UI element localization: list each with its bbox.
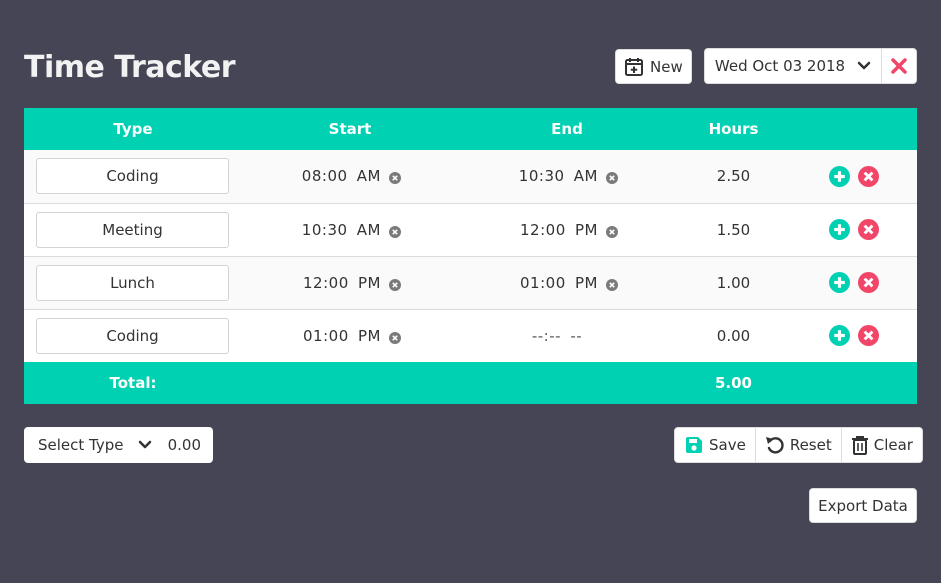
column-header-start: Start	[242, 108, 458, 150]
hours-cell: 1.50	[676, 203, 791, 257]
export-label: Export Data	[818, 496, 908, 515]
chevron-down-icon	[857, 61, 871, 70]
type-input[interactable]: Coding	[36, 317, 229, 354]
end-time-input[interactable]: 10:30 AM	[516, 167, 598, 185]
new-button[interactable]: New	[615, 49, 692, 84]
table-row: Lunch 12:00 PM 01:00 PM 1.00	[24, 256, 917, 310]
end-time-input[interactable]: 12:00 PM	[516, 221, 598, 239]
plus-circle-icon[interactable]	[829, 272, 850, 293]
action-button-group: Save Reset Clear	[674, 427, 923, 463]
date-picker: Wed Oct 03 2018	[704, 48, 917, 84]
trash-icon	[851, 436, 868, 455]
table-header-row: Type Start End Hours	[24, 108, 917, 150]
undo-icon	[765, 437, 784, 454]
times-circle-icon[interactable]	[858, 219, 879, 240]
total-label: Total:	[24, 362, 242, 404]
clear-label: Clear	[873, 436, 913, 454]
column-header-actions	[791, 108, 917, 150]
clear-start-icon[interactable]	[389, 170, 401, 185]
total-row: Total: 5.00	[24, 362, 917, 404]
reset-button[interactable]: Reset	[756, 428, 842, 462]
clear-start-icon[interactable]	[389, 277, 401, 291]
start-time-input[interactable]: 12:00 PM	[299, 274, 381, 292]
times-circle-icon[interactable]	[858, 272, 879, 293]
export-data-button[interactable]: Export Data	[809, 488, 917, 523]
clear-end-icon[interactable]	[606, 170, 618, 185]
clear-end-icon[interactable]	[606, 224, 618, 238]
start-time-input[interactable]: 01:00 PM	[299, 327, 381, 345]
date-select[interactable]: Wed Oct 03 2018	[705, 49, 882, 83]
end-time-input[interactable]: 01:00 PM	[516, 274, 598, 292]
close-icon	[891, 58, 907, 74]
clear-start-icon[interactable]	[389, 330, 401, 344]
hours-cell: 1.00	[676, 256, 791, 310]
floppy-icon	[686, 437, 702, 453]
select-type-hours: 0.00	[167, 436, 201, 454]
total-value: 5.00	[676, 362, 791, 404]
times-circle-icon[interactable]	[858, 325, 879, 347]
column-header-type: Type	[24, 108, 242, 150]
select-type-label: Select Type	[38, 436, 124, 454]
chevron-down-icon	[138, 440, 151, 449]
calendar-plus-icon	[625, 57, 643, 76]
hours-cell: 0.00	[676, 309, 791, 362]
column-header-end: End	[458, 108, 676, 150]
end-time-input[interactable]: --:-- --	[516, 327, 598, 345]
column-header-hours: Hours	[676, 108, 791, 150]
select-type-dropdown[interactable]: Select Type 0.00	[24, 427, 213, 463]
plus-circle-icon[interactable]	[829, 219, 850, 240]
hours-cell: 2.50	[676, 150, 791, 204]
plus-circle-icon[interactable]	[829, 165, 850, 187]
times-circle-icon[interactable]	[858, 165, 879, 187]
start-time-input[interactable]: 08:00 AM	[299, 167, 381, 185]
time-table: Type Start End Hours Coding 08:00 AM 10:30…	[24, 108, 917, 404]
plus-circle-icon[interactable]	[829, 325, 850, 347]
new-button-label: New	[650, 57, 683, 76]
table-row: Coding 08:00 AM 10:30 AM 2.50	[24, 150, 917, 204]
reset-label: Reset	[789, 436, 832, 454]
clear-end-icon[interactable]	[606, 277, 618, 291]
clear-start-icon[interactable]	[389, 224, 401, 238]
page-title: Time Tracker	[24, 50, 236, 85]
save-button[interactable]: Save	[675, 428, 756, 462]
save-label: Save	[709, 436, 746, 454]
type-input[interactable]: Meeting	[36, 211, 229, 248]
type-input[interactable]: Coding	[36, 158, 229, 195]
date-clear-button[interactable]	[882, 49, 916, 83]
clear-button[interactable]: Clear	[842, 428, 922, 462]
type-input[interactable]: Lunch	[36, 264, 229, 301]
start-time-input[interactable]: 10:30 AM	[299, 221, 381, 239]
table-row: Coding 01:00 PM --:-- -- 0.00	[24, 309, 917, 362]
date-value: Wed Oct 03 2018	[714, 57, 846, 75]
table-row: Meeting 10:30 AM 12:00 PM 1.50	[24, 203, 917, 257]
